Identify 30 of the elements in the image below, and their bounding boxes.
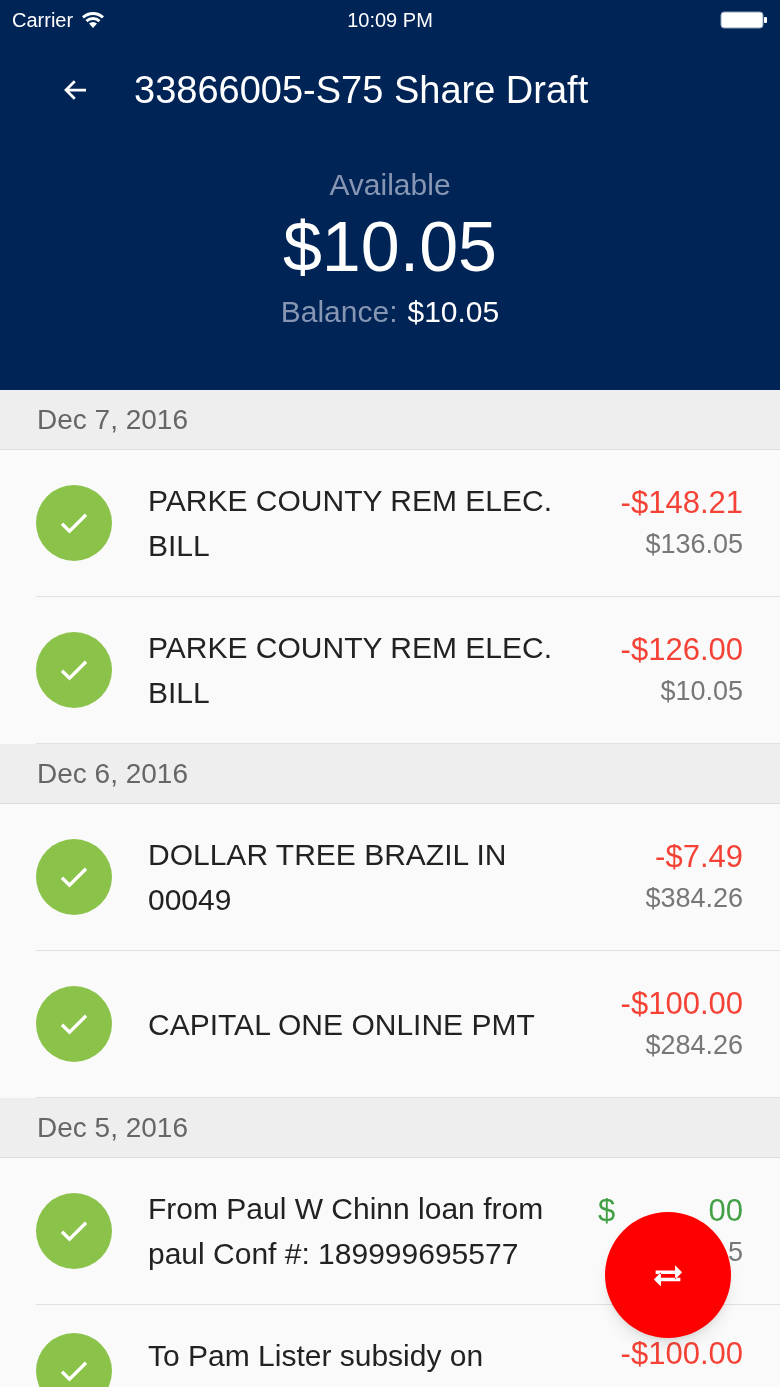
transaction-description: DOLLAR TREE BRAZIL IN 00049 xyxy=(148,837,508,918)
date-header: Dec 6, 2016 xyxy=(0,744,780,804)
transaction-description: From Paul W Chinn loan from paul Conf #: 189999695577 xyxy=(148,1191,545,1272)
transaction-description: PARKE COUNTY REM ELEC. BILL xyxy=(148,630,553,711)
transaction-amount: -$100.00 xyxy=(620,1335,743,1373)
balance-amount: $10.05 xyxy=(407,294,500,330)
transaction-amount: -$100.00 xyxy=(620,984,743,1023)
account-title: 33866005-S75 Share Draft xyxy=(134,67,589,113)
running-balance: 5 xyxy=(727,1235,743,1269)
status-time: 10:09 PM xyxy=(347,8,433,33)
transaction-amount: -$7.49 xyxy=(655,837,743,876)
available-label: Available xyxy=(329,167,451,203)
available-amount: $10.05 xyxy=(282,207,498,287)
transaction-description: PARKE COUNTY REM ELEC. BILL xyxy=(148,483,553,564)
transaction-description: CAPITAL ONE ONLINE PMT xyxy=(148,1006,536,1043)
carrier-label: Carrier xyxy=(12,8,74,33)
running-balance: $136.05 xyxy=(645,527,743,561)
transaction-description: To Pam Lister subsidy on xyxy=(148,1338,485,1374)
running-balance: $384.26 xyxy=(645,881,743,915)
battery-icon xyxy=(720,10,768,30)
wifi-icon xyxy=(81,11,106,29)
date-header: Dec 5, 2016 xyxy=(0,1098,780,1158)
transaction-amount: -$148.21 xyxy=(620,483,743,522)
balance-label: Balance: xyxy=(280,294,398,330)
transaction-amount: -$126.00 xyxy=(620,630,743,669)
date-header: Dec 7, 2016 xyxy=(0,390,780,450)
running-balance: $284.26 xyxy=(645,1028,743,1062)
transaction-amount: 00 xyxy=(708,1191,743,1230)
transaction-amount: $ xyxy=(598,1191,616,1230)
running-balance: $10.05 xyxy=(660,674,743,708)
